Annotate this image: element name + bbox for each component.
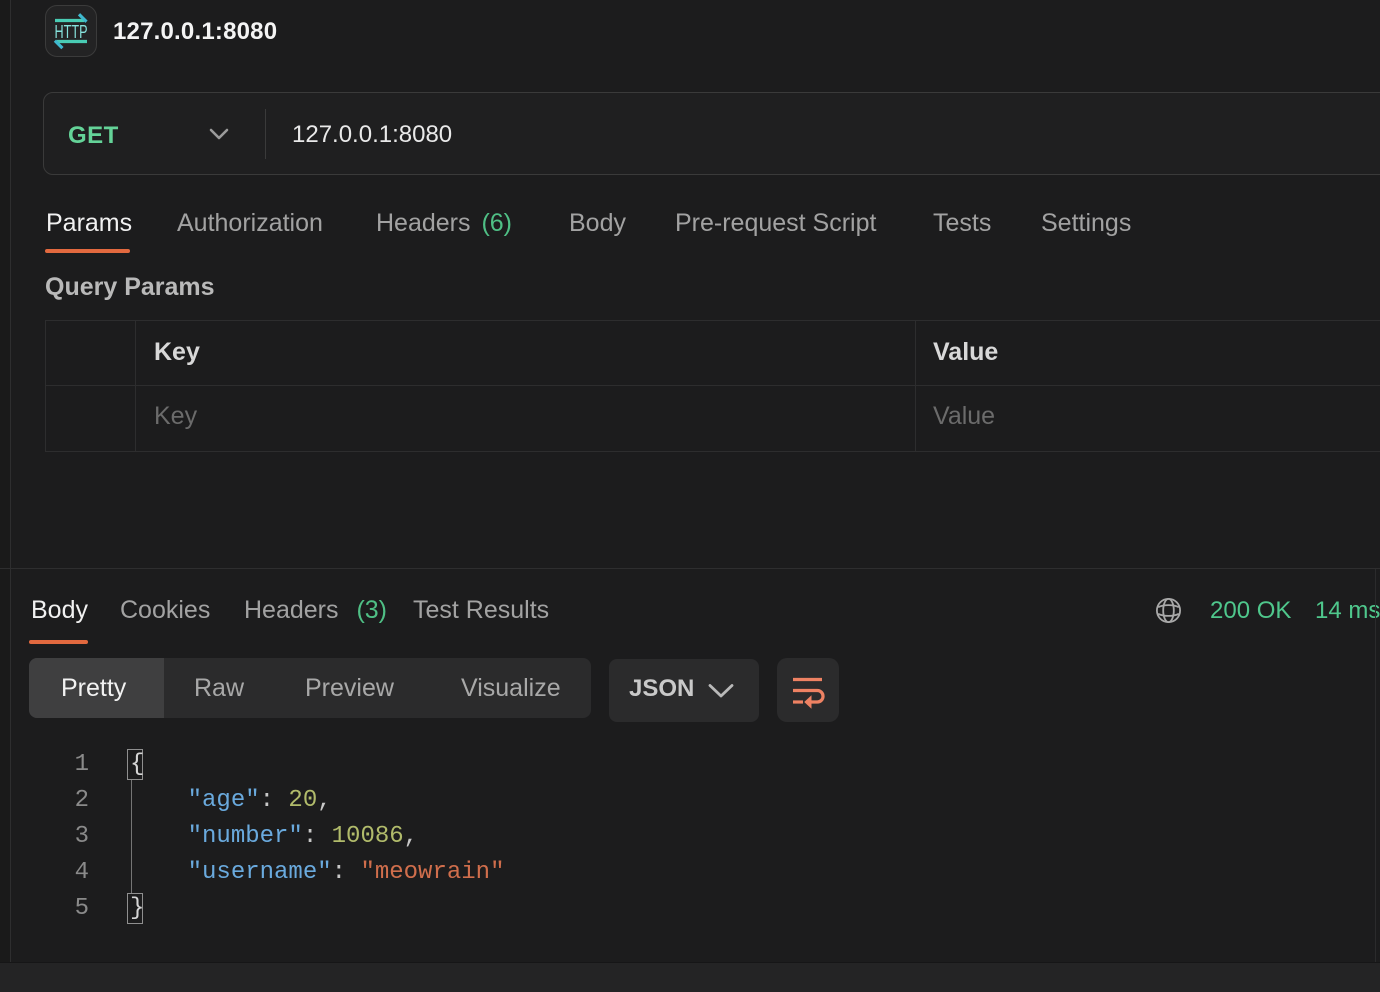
svg-text:HTTP: HTTP <box>55 22 88 42</box>
